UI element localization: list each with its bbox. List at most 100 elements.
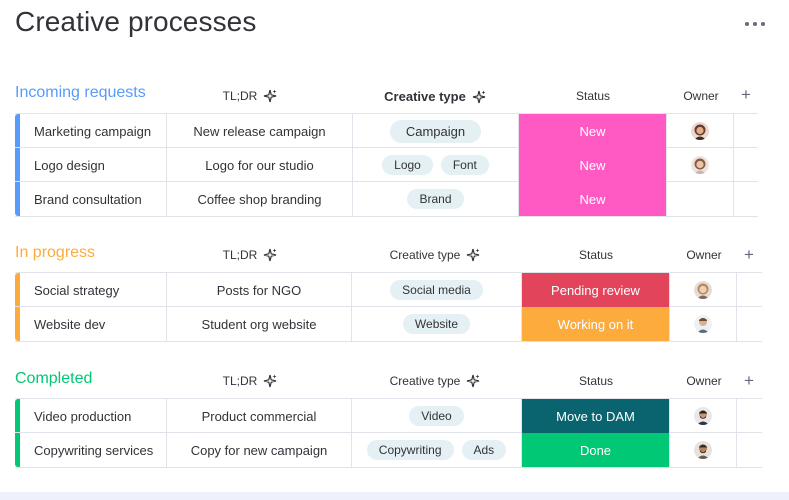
table-row[interactable]: Video production Product commercial Vide… bbox=[15, 399, 762, 433]
group-table: Marketing campaign New release campaign … bbox=[15, 113, 758, 217]
column-header-status[interactable]: Status bbox=[522, 248, 670, 262]
empty-cell bbox=[737, 273, 762, 307]
group-incoming-requests: Incoming requests TL;DR Creative type St… bbox=[0, 80, 789, 217]
owner-cell[interactable] bbox=[670, 399, 737, 433]
tldr-cell[interactable]: New release campaign bbox=[167, 114, 353, 148]
empty-cell bbox=[737, 433, 762, 467]
empty-cell bbox=[734, 182, 758, 216]
woman-avatar-icon[interactable] bbox=[691, 122, 709, 140]
column-header-owner[interactable]: Owner bbox=[671, 248, 737, 262]
tag-font[interactable]: Font bbox=[440, 155, 489, 175]
more-options-button[interactable] bbox=[740, 14, 770, 34]
tldr-cell[interactable]: Student org website bbox=[167, 307, 352, 341]
table-row[interactable]: Logo design Logo for our studio Logo Font… bbox=[15, 148, 758, 182]
owner-cell[interactable] bbox=[667, 148, 734, 182]
empty-cell bbox=[737, 399, 762, 433]
item-name[interactable]: Website dev bbox=[20, 307, 167, 341]
ai-sparkle-icon[interactable] bbox=[263, 89, 277, 103]
column-header-owner[interactable]: Owner bbox=[668, 89, 734, 103]
tag-brand[interactable]: Brand bbox=[407, 189, 464, 209]
column-header-creative-type[interactable]: Creative type bbox=[360, 248, 510, 262]
tag-website[interactable]: Website bbox=[402, 314, 471, 334]
column-header-creative-type[interactable]: Creative type bbox=[360, 89, 510, 104]
ai-sparkle-icon[interactable] bbox=[466, 248, 480, 262]
woman-avatar-icon[interactable] bbox=[694, 281, 712, 299]
column-header-label: Status bbox=[575, 89, 611, 103]
tag-video[interactable]: Video bbox=[409, 406, 464, 426]
creative-type-cell[interactable]: Campaign bbox=[353, 114, 519, 148]
ai-sparkle-icon[interactable] bbox=[466, 374, 480, 388]
tldr-cell[interactable]: Posts for NGO bbox=[167, 273, 352, 307]
table-row[interactable]: Social strategy Posts for NGO Social med… bbox=[15, 273, 762, 307]
column-header-tldr[interactable]: TL;DR bbox=[200, 89, 300, 103]
creative-type-cell[interactable]: Social media bbox=[352, 273, 522, 307]
table-row[interactable]: Copywriting services Copy for new campai… bbox=[15, 433, 762, 467]
ai-sparkle-icon[interactable] bbox=[472, 90, 486, 104]
owner-cell[interactable] bbox=[670, 273, 737, 307]
creative-type-cell[interactable]: Logo Font bbox=[353, 148, 519, 182]
man-avatar-icon[interactable] bbox=[694, 441, 712, 459]
status-cell[interactable]: Move to DAM bbox=[522, 399, 670, 433]
tag-social-media[interactable]: Social media bbox=[390, 280, 483, 300]
column-header-label: Creative type bbox=[389, 248, 461, 262]
status-cell[interactable]: Done bbox=[522, 433, 670, 467]
status-cell[interactable]: New bbox=[519, 114, 667, 148]
status-cell[interactable]: Pending review bbox=[522, 273, 670, 307]
group-header: Incoming requests TL;DR Creative type St… bbox=[0, 80, 789, 110]
item-name[interactable]: Social strategy bbox=[20, 273, 167, 307]
column-header-label: Owner bbox=[686, 374, 722, 388]
owner-cell[interactable] bbox=[667, 182, 734, 216]
owner-cell[interactable] bbox=[670, 433, 737, 467]
tldr-cell[interactable]: Copy for new campaign bbox=[167, 433, 352, 467]
add-column-button[interactable]: + bbox=[739, 245, 759, 265]
column-header-owner[interactable]: Owner bbox=[671, 374, 737, 388]
creative-type-cell[interactable]: Video bbox=[352, 399, 522, 433]
owner-cell[interactable] bbox=[667, 114, 734, 148]
add-column-button[interactable]: + bbox=[736, 85, 756, 105]
creative-type-cell[interactable]: Website bbox=[352, 307, 522, 341]
woman-avatar-icon[interactable] bbox=[691, 156, 709, 174]
item-name[interactable]: Brand consultation bbox=[20, 182, 167, 216]
tldr-cell[interactable]: Product commercial bbox=[167, 399, 352, 433]
ai-sparkle-icon[interactable] bbox=[263, 374, 277, 388]
tag-campaign[interactable]: Campaign bbox=[389, 119, 482, 143]
column-header-creative-type[interactable]: Creative type bbox=[360, 374, 510, 388]
status-cell[interactable]: New bbox=[519, 182, 667, 216]
status-cell[interactable]: Working on it bbox=[522, 307, 670, 341]
creative-type-cell[interactable]: Copywriting Ads bbox=[352, 433, 522, 467]
tag-copywriting[interactable]: Copywriting bbox=[366, 440, 454, 460]
column-header-label: TL;DR bbox=[222, 89, 258, 103]
man-avatar-icon[interactable] bbox=[694, 315, 712, 333]
group-header: Completed TL;DR Creative type Status Own… bbox=[0, 366, 789, 396]
column-header-status[interactable]: Status bbox=[519, 89, 667, 103]
column-header-label: TL;DR bbox=[222, 374, 258, 388]
ai-sparkle-icon[interactable] bbox=[263, 248, 277, 262]
item-name[interactable]: Logo design bbox=[20, 148, 167, 182]
group-table: Social strategy Posts for NGO Social med… bbox=[15, 272, 762, 342]
group-table: Video production Product commercial Vide… bbox=[15, 398, 762, 468]
tag-ads[interactable]: Ads bbox=[461, 440, 507, 460]
man-avatar-icon[interactable] bbox=[694, 407, 712, 425]
table-row[interactable]: Brand consultation Coffee shop branding … bbox=[15, 182, 758, 216]
item-name[interactable]: Video production bbox=[20, 399, 167, 433]
owner-cell[interactable] bbox=[670, 307, 737, 341]
group-title[interactable]: Incoming requests bbox=[15, 84, 146, 102]
table-row[interactable]: Website dev Student org website Website … bbox=[15, 307, 762, 341]
group-title[interactable]: In progress bbox=[15, 244, 95, 262]
column-header-status[interactable]: Status bbox=[522, 374, 670, 388]
tag-logo[interactable]: Logo bbox=[382, 155, 433, 175]
column-header-label: Status bbox=[578, 248, 614, 262]
tldr-cell[interactable]: Logo for our studio bbox=[167, 148, 353, 182]
add-column-button[interactable]: + bbox=[739, 371, 759, 391]
page-title: Creative processes bbox=[15, 6, 257, 37]
tldr-cell[interactable]: Coffee shop branding bbox=[167, 182, 353, 216]
status-cell[interactable]: New bbox=[519, 148, 667, 182]
table-row[interactable]: Marketing campaign New release campaign … bbox=[15, 114, 758, 148]
column-header-tldr[interactable]: TL;DR bbox=[200, 248, 300, 262]
group-title[interactable]: Completed bbox=[15, 370, 92, 388]
item-name[interactable]: Copywriting services bbox=[20, 433, 167, 467]
column-header-tldr[interactable]: TL;DR bbox=[200, 374, 300, 388]
item-name[interactable]: Marketing campaign bbox=[20, 114, 167, 148]
column-header-label: Owner bbox=[683, 89, 719, 103]
creative-type-cell[interactable]: Brand bbox=[353, 182, 519, 216]
